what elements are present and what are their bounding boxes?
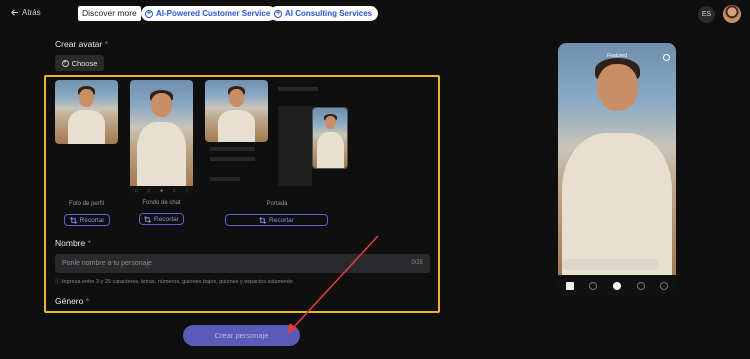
language-switcher[interactable]: ES [698,6,715,23]
create-character-button[interactable]: Crear personaje [183,325,300,346]
chat-icon [589,281,598,290]
avatar[interactable] [723,5,741,23]
arrow-left-icon [11,9,19,16]
phone-preview: Featured [558,43,676,296]
phone-nav-bar [558,275,676,296]
gender-label: Género * [55,296,89,306]
phone-chat-input [562,259,658,270]
gender-label-text: Género [55,296,84,306]
cover-phone-preview [312,107,348,169]
plus-circle-icon: + [274,9,282,18]
crop-label: Recortar [154,215,179,223]
preview-caption: Foto de perfil [68,201,105,207]
ai-customer-service-button[interactable]: + AI-Powered Customer Service [141,6,277,21]
plus-circle-icon: + [145,9,153,18]
back-button[interactable]: Atrás [10,8,41,17]
preview-caption: Fondo de chat [142,200,181,206]
pill-label: AI-Powered Customer Service [156,9,271,18]
preview-caption: Portada [266,201,288,207]
explore-icon [636,281,645,290]
name-input[interactable]: Ponle nombre a tu personaje 0/25 [55,254,430,273]
choose-button[interactable]: + Choose [55,55,104,71]
name-label-text: Nombre [55,238,86,248]
pill-label: AI Consulting Services [285,9,373,18]
required-mark: * [87,238,91,248]
required-mark: * [85,296,90,306]
required-mark: * [104,39,108,49]
crop-icon [144,215,152,223]
avatar-label: Crear avatar * [55,39,108,49]
choose-label: Choose [71,58,98,68]
name-hint: ⓘ Ingresa entre 3 y 25 caracteres, letra… [55,277,293,285]
search-icon [663,54,670,61]
name-placeholder: Ponle nombre a tu personaje [62,260,152,267]
crop-button[interactable]: Recortar [64,214,110,226]
name-label: Nombre * [55,238,91,248]
crop-icon [259,216,267,224]
top-bar: Atrás Discover more + AI-Powered Custome… [0,0,750,28]
profile-icon [660,281,669,290]
home-icon [565,281,574,290]
profile-photo-preview [55,80,118,144]
discover-more-button[interactable]: Discover more [78,6,141,21]
add-icon [612,281,621,290]
info-icon: ⓘ [55,279,63,285]
ai-consulting-button[interactable]: + AI Consulting Services [270,6,379,21]
mini-nav-bar: ⌂ ○ ● ○ ○ [130,186,193,195]
plus-circle-icon: + [61,59,69,67]
chat-background-preview: ⌂ ○ ● ○ ○ [130,80,193,195]
crop-button[interactable]: Recortar [139,213,184,225]
name-hint-text: Ingresa entre 3 y 25 caracteres, letras,… [62,279,293,285]
crop-label: Recortar [79,216,105,224]
avatar-label-text: Crear avatar [55,39,103,49]
name-char-count: 0/25 [411,260,423,266]
crop-label: Recortar [269,216,294,224]
back-label: Atrás [22,8,41,17]
crop-icon [69,216,77,224]
phone-tab-featured: Featured [606,53,627,59]
crop-button[interactable]: Recortar [225,214,328,226]
